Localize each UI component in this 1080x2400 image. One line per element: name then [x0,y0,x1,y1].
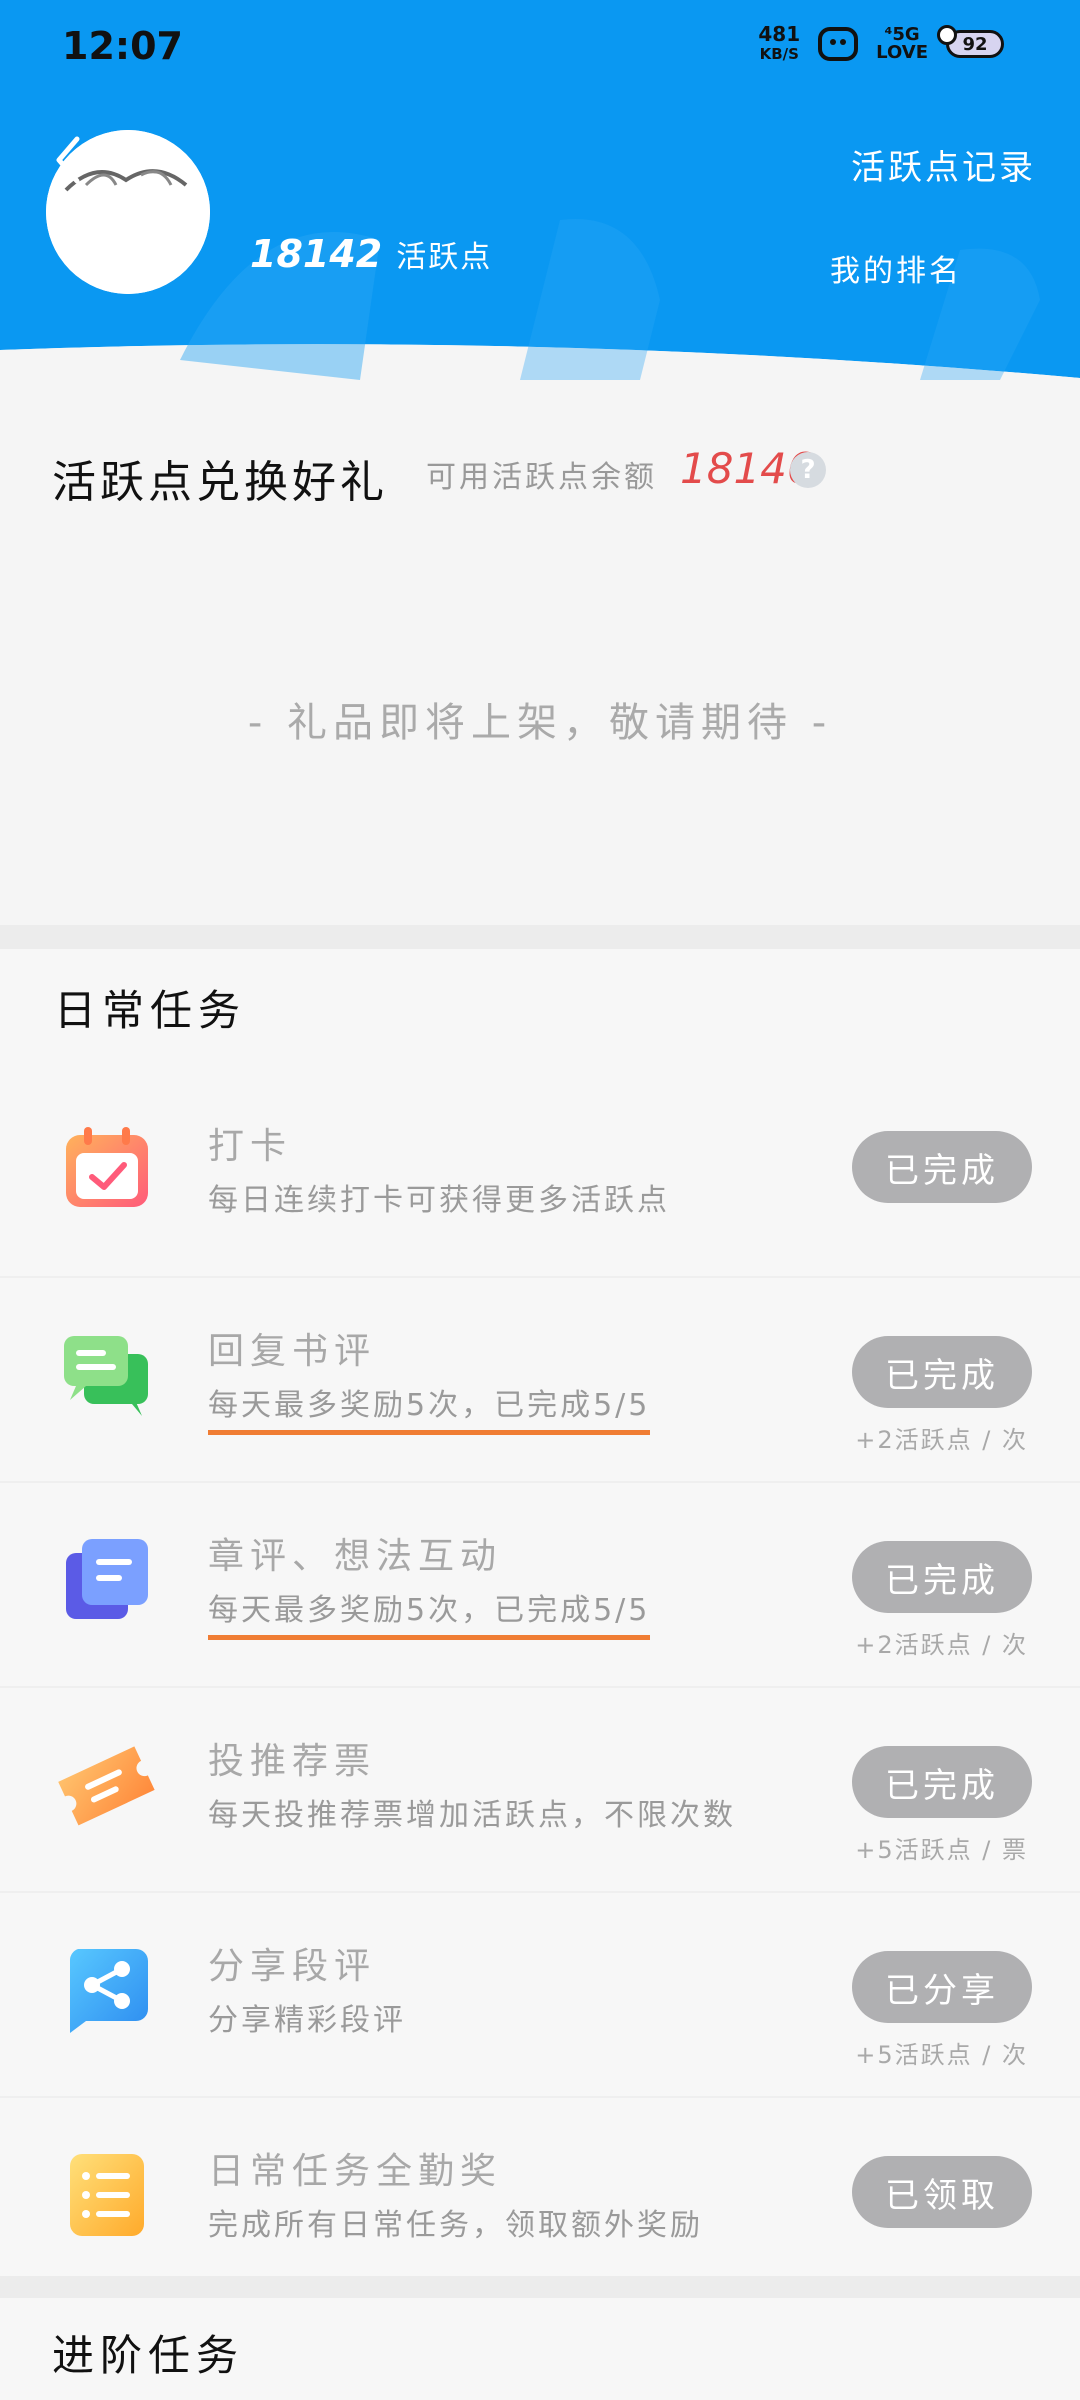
emoji-status-icon [818,27,859,61]
coming-soon-text: - 礼品即将上架，敬请期待 - [247,700,833,746]
task-reward: +5活跃点 / 票 [855,1836,1028,1864]
document-stack-icon [66,1539,148,1619]
chevron-left-icon [56,136,80,184]
task-desc: 每日连续打卡可获得更多活跃点 [208,1183,670,1218]
task-item-checkin: 打卡 每日连续打卡可获得更多活跃点 已完成 [0,1073,1080,1278]
task-title: 分享段评 [208,1946,377,1987]
status-bar: 12:07 481 KB/S ⁴5G LOVE 92 [0,0,1080,96]
user-points-value: 18142 [250,232,383,276]
task-completed-button[interactable]: 已完成 [852,1746,1032,1818]
task-desc: 每天最多奖励5次，已完成5/5 [208,1585,651,1640]
task-item-chapter-comment: 章评、想法互动 每天最多奖励5次，已完成5/5 已完成 +2活跃点 / 次 [0,1483,1080,1688]
task-reward: +2活跃点 / 次 [855,1426,1028,1454]
help-icon[interactable]: ? [790,452,826,488]
share-icon [69,1949,148,2033]
user-points: 18142 活跃点 [250,232,492,276]
task-title: 打卡 [208,1126,293,1167]
advanced-tasks-section: 进阶任务 [0,2298,1080,2400]
list-icon [70,2154,144,2236]
daily-tasks-section: 日常任务 打卡 每日连续打卡可获得更多活跃点 已完成 回复书评 每天最多奖励5次… [0,949,1080,2279]
battery-icon: 92 [937,25,1004,58]
task-shared-button[interactable]: 已分享 [852,1951,1032,2023]
task-completed-button[interactable]: 已完成 [852,1131,1032,1203]
task-title: 日常任务全勤奖 [208,2151,503,2192]
task-desc: 每天最多奖励5次，已完成5/5 [208,1380,651,1435]
task-item-recommend-vote: 投推荐票 每天投推荐票增加活跃点，不限次数 已完成 +5活跃点 / 票 [0,1688,1080,1893]
status-time: 12:07 [62,24,183,68]
battery-level: 92 [962,33,988,55]
task-reward: +5活跃点 / 次 [855,2041,1028,2069]
network-speed: 481 KB/S [758,24,800,64]
advanced-tasks-title: 进阶任务 [52,2331,245,2380]
signal-icon: ⁴5G LOVE [876,26,928,62]
task-desc: 每天投推荐票增加活跃点，不限次数 [208,1798,736,1833]
back-button[interactable] [44,130,92,190]
balance-label: 可用活跃点余额 [426,460,657,495]
daily-tasks-title: 日常任务 [54,986,247,1035]
signal-bottom: LOVE [876,42,928,63]
task-item-reply-review: 回复书评 每天最多奖励5次，已完成5/5 已完成 +2活跃点 / 次 [0,1278,1080,1483]
chat-bubbles-icon [64,1336,148,1416]
network-speed-value: 481 [758,22,801,46]
task-desc: 分享精彩段评 [208,2003,406,2038]
activity-record-link[interactable]: 活跃点记录 [851,140,1036,189]
status-indicators: 481 KB/S ⁴5G LOVE 92 [758,24,1004,64]
exchange-title: 活跃点兑换好礼 [52,457,388,508]
task-item-share-comment: 分享段评 分享精彩段评 已分享 +5活跃点 / 次 [0,1893,1080,2098]
my-rank-link[interactable]: 我的排名 [830,246,962,290]
task-list: 打卡 每日连续打卡可获得更多活跃点 已完成 回复书评 每天最多奖励5次，已完成5… [0,1073,1080,2303]
section-divider [0,2276,1080,2298]
calendar-check-icon [66,1127,148,1207]
section-divider [0,925,1080,949]
exchange-section: 活跃点兑换好礼 可用活跃点余额 18146 ? - 礼品即将上架，敬请期待 - [0,380,1080,925]
ticket-icon [58,1746,155,1826]
task-title: 章评、想法互动 [208,1536,503,1577]
task-claimed-button[interactable]: 已领取 [852,2156,1032,2228]
task-completed-button[interactable]: 已完成 [852,1336,1032,1408]
task-completed-button[interactable]: 已完成 [852,1541,1032,1613]
task-title: 回复书评 [208,1331,377,1372]
user-points-label: 活跃点 [396,240,493,275]
header: 12:07 481 KB/S ⁴5G LOVE 92 活跃点记录 18142 活… [0,0,1080,380]
task-item-attendance-bonus: 日常任务全勤奖 完成所有日常任务，领取额外奖励 已领取 [0,2098,1080,2303]
network-speed-unit: KB/S [759,45,799,63]
task-desc: 完成所有日常任务，领取额外奖励 [208,2208,703,2243]
task-reward: +2活跃点 / 次 [855,1631,1028,1659]
task-title: 投推荐票 [208,1741,377,1782]
